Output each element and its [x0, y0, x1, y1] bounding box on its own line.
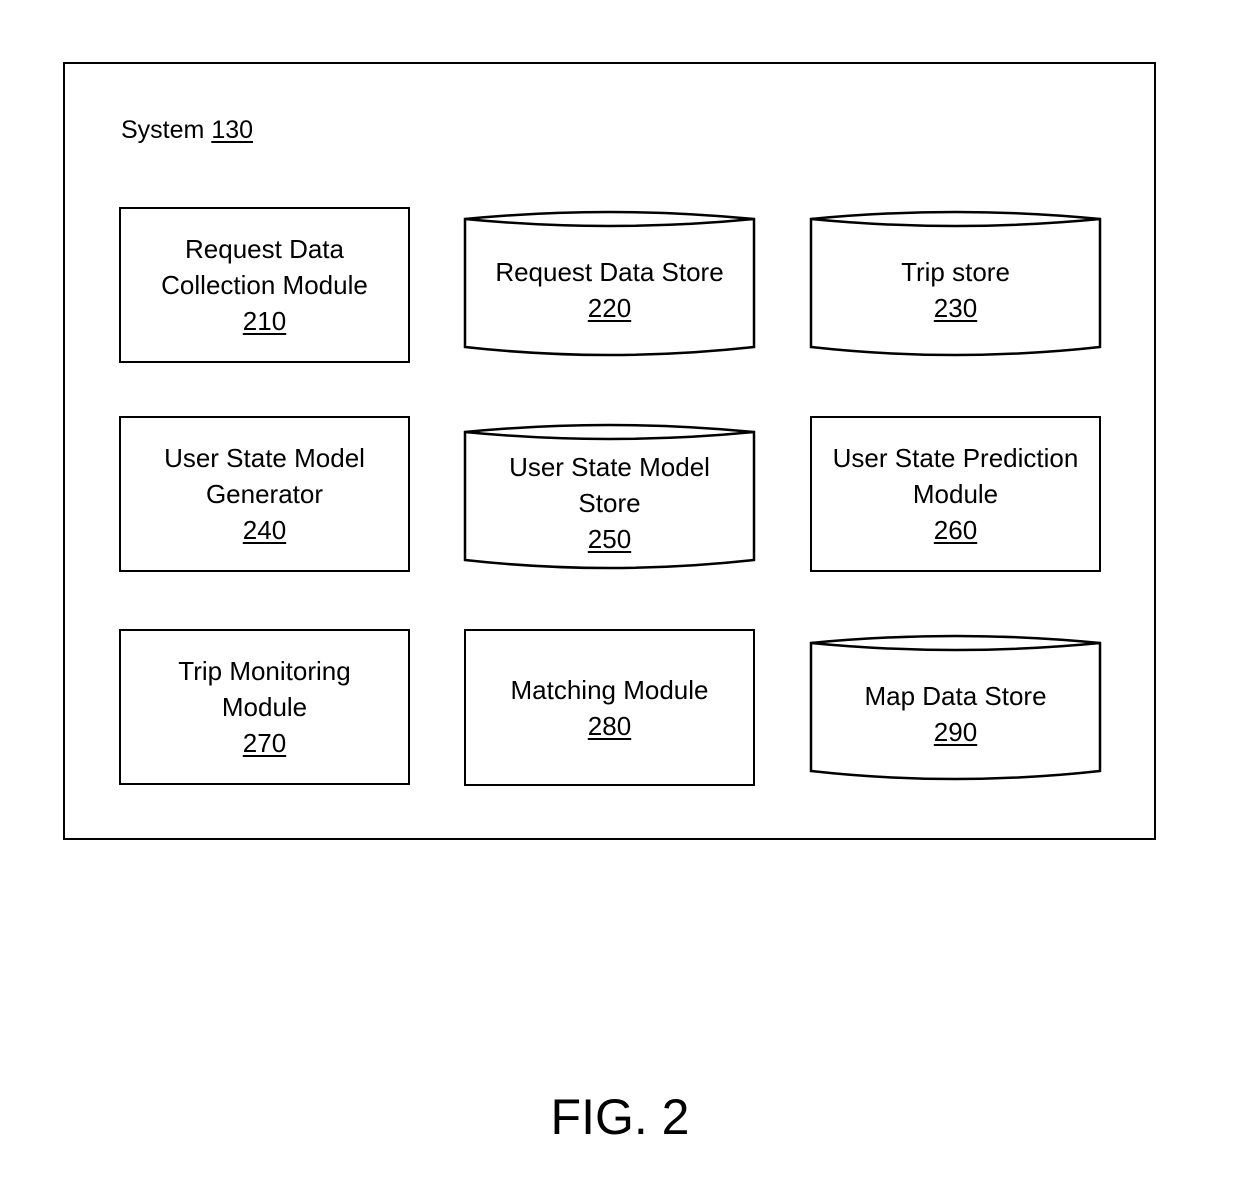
node-line: User State Model — [164, 443, 365, 473]
system-ref: 130 — [211, 116, 254, 144]
node-line: Generator — [205, 479, 324, 509]
node-line: Request Data Store — [495, 257, 724, 287]
node-line: Map Data Store — [864, 681, 1047, 711]
node-line: User State Model — [509, 452, 710, 482]
node-line: Trip Monitoring — [178, 656, 351, 686]
node-line: Module — [221, 692, 308, 722]
trip-store: Trip store 230 — [809, 207, 1102, 359]
request-data-collection-module: Request Data Collection Module 210 — [119, 207, 410, 363]
map-data-store: Map Data Store 290 — [809, 631, 1102, 783]
node-line: User State Prediction — [832, 443, 1079, 473]
node-line: Store — [578, 488, 641, 518]
node-ref: 290 — [933, 717, 978, 747]
node-line: Matching Module — [510, 674, 709, 705]
trip-monitoring-module: Trip Monitoring Module 270 — [119, 629, 410, 785]
node-line: Trip store — [901, 257, 1010, 287]
user-state-model-generator: User State Model Generator 240 — [119, 416, 410, 572]
node-ref: 220 — [587, 293, 632, 323]
node-line: Request Data — [185, 234, 344, 264]
user-state-model-store: User State Model Store 250 — [463, 420, 756, 572]
node-ref: 230 — [933, 293, 978, 323]
system-label: System 130 — [121, 116, 253, 145]
figure-caption: FIG. 2 — [550, 1089, 690, 1145]
node-ref: 270 — [242, 728, 287, 758]
matching-module: Matching Module 280 — [464, 629, 755, 786]
system-label-text: System — [121, 116, 205, 144]
node-ref: 250 — [587, 524, 632, 554]
node-ref: 260 — [933, 515, 978, 545]
request-data-store: Request Data Store 220 — [463, 207, 756, 359]
node-ref: 240 — [242, 515, 287, 545]
node-ref: 280 — [587, 710, 632, 741]
user-state-prediction-module: User State Prediction Module 260 — [810, 416, 1101, 572]
node-line: Collection Module — [161, 270, 368, 300]
node-line: Module — [912, 479, 999, 509]
node-ref: 210 — [242, 306, 287, 336]
